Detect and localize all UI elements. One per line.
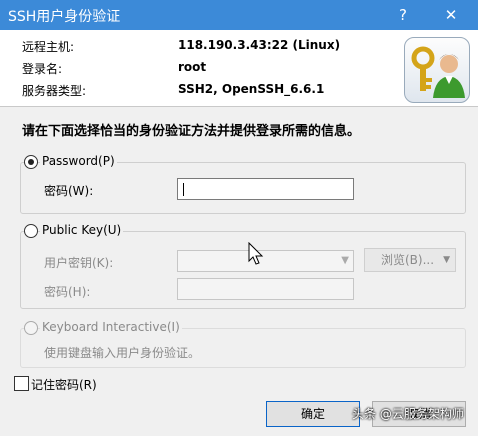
browse-button-label: 浏览(B)... [381,253,435,267]
ok-button[interactable]: 确定 [266,401,360,427]
password-field-label: 密码(W): [44,184,94,198]
keyboard-description: 使用键盘输入用户身份验证。 [44,346,201,360]
watermark: 头条 @云服务架构师 [352,407,464,421]
publickey-radio[interactable] [24,224,38,238]
server-type-value: SSH2, OpenSSH_6.6.1 [178,82,325,96]
password-input[interactable] [177,178,354,200]
host-value: 118.190.3.43:22 (Linux) [178,38,341,52]
keyboard-radio[interactable] [24,321,38,335]
passphrase-input[interactable] [177,278,354,300]
help-button[interactable]: ? [386,0,420,30]
remember-password-checkbox[interactable] [14,376,29,391]
text-caret [183,183,184,196]
publickey-radio-label[interactable]: Public Key(U) [40,223,124,237]
mouse-cursor-icon [248,241,264,269]
user-value: root [178,60,207,74]
window-title: SSH用户身份验证 [8,9,121,25]
password-radio[interactable] [24,155,38,169]
title-bar: SSH用户身份验证 ? ✕ [0,0,478,30]
key-user-icon [404,37,470,103]
host-label: 远程主机: [22,40,75,54]
instruction-text: 请在下面选择恰当的身份验证方法并提供登录所需的信息。 [22,124,361,139]
dropdown-arrow-icon: ▼ [443,255,450,265]
ssh-auth-dialog: SSH用户身份验证 ? ✕ 远程主机: 118.190.3.43:22 (Lin… [0,0,478,436]
browse-button[interactable]: 浏览(B)... ▼ [364,248,456,272]
passphrase-label: 密码(H): [44,285,91,299]
remember-password-label[interactable]: 记住密码(R) [31,376,97,393]
server-type-label: 服务器类型: [22,84,87,98]
user-label: 登录名: [22,62,63,76]
dropdown-arrow-icon: ▼ [341,255,349,266]
close-button[interactable]: ✕ [434,0,468,30]
keyboard-radio-label[interactable]: Keyboard Interactive(I) [40,320,182,334]
user-key-label: 用户密钥(K): [44,256,114,270]
user-key-select[interactable]: ▼ [177,250,354,272]
password-radio-label[interactable]: Password(P) [40,154,117,168]
